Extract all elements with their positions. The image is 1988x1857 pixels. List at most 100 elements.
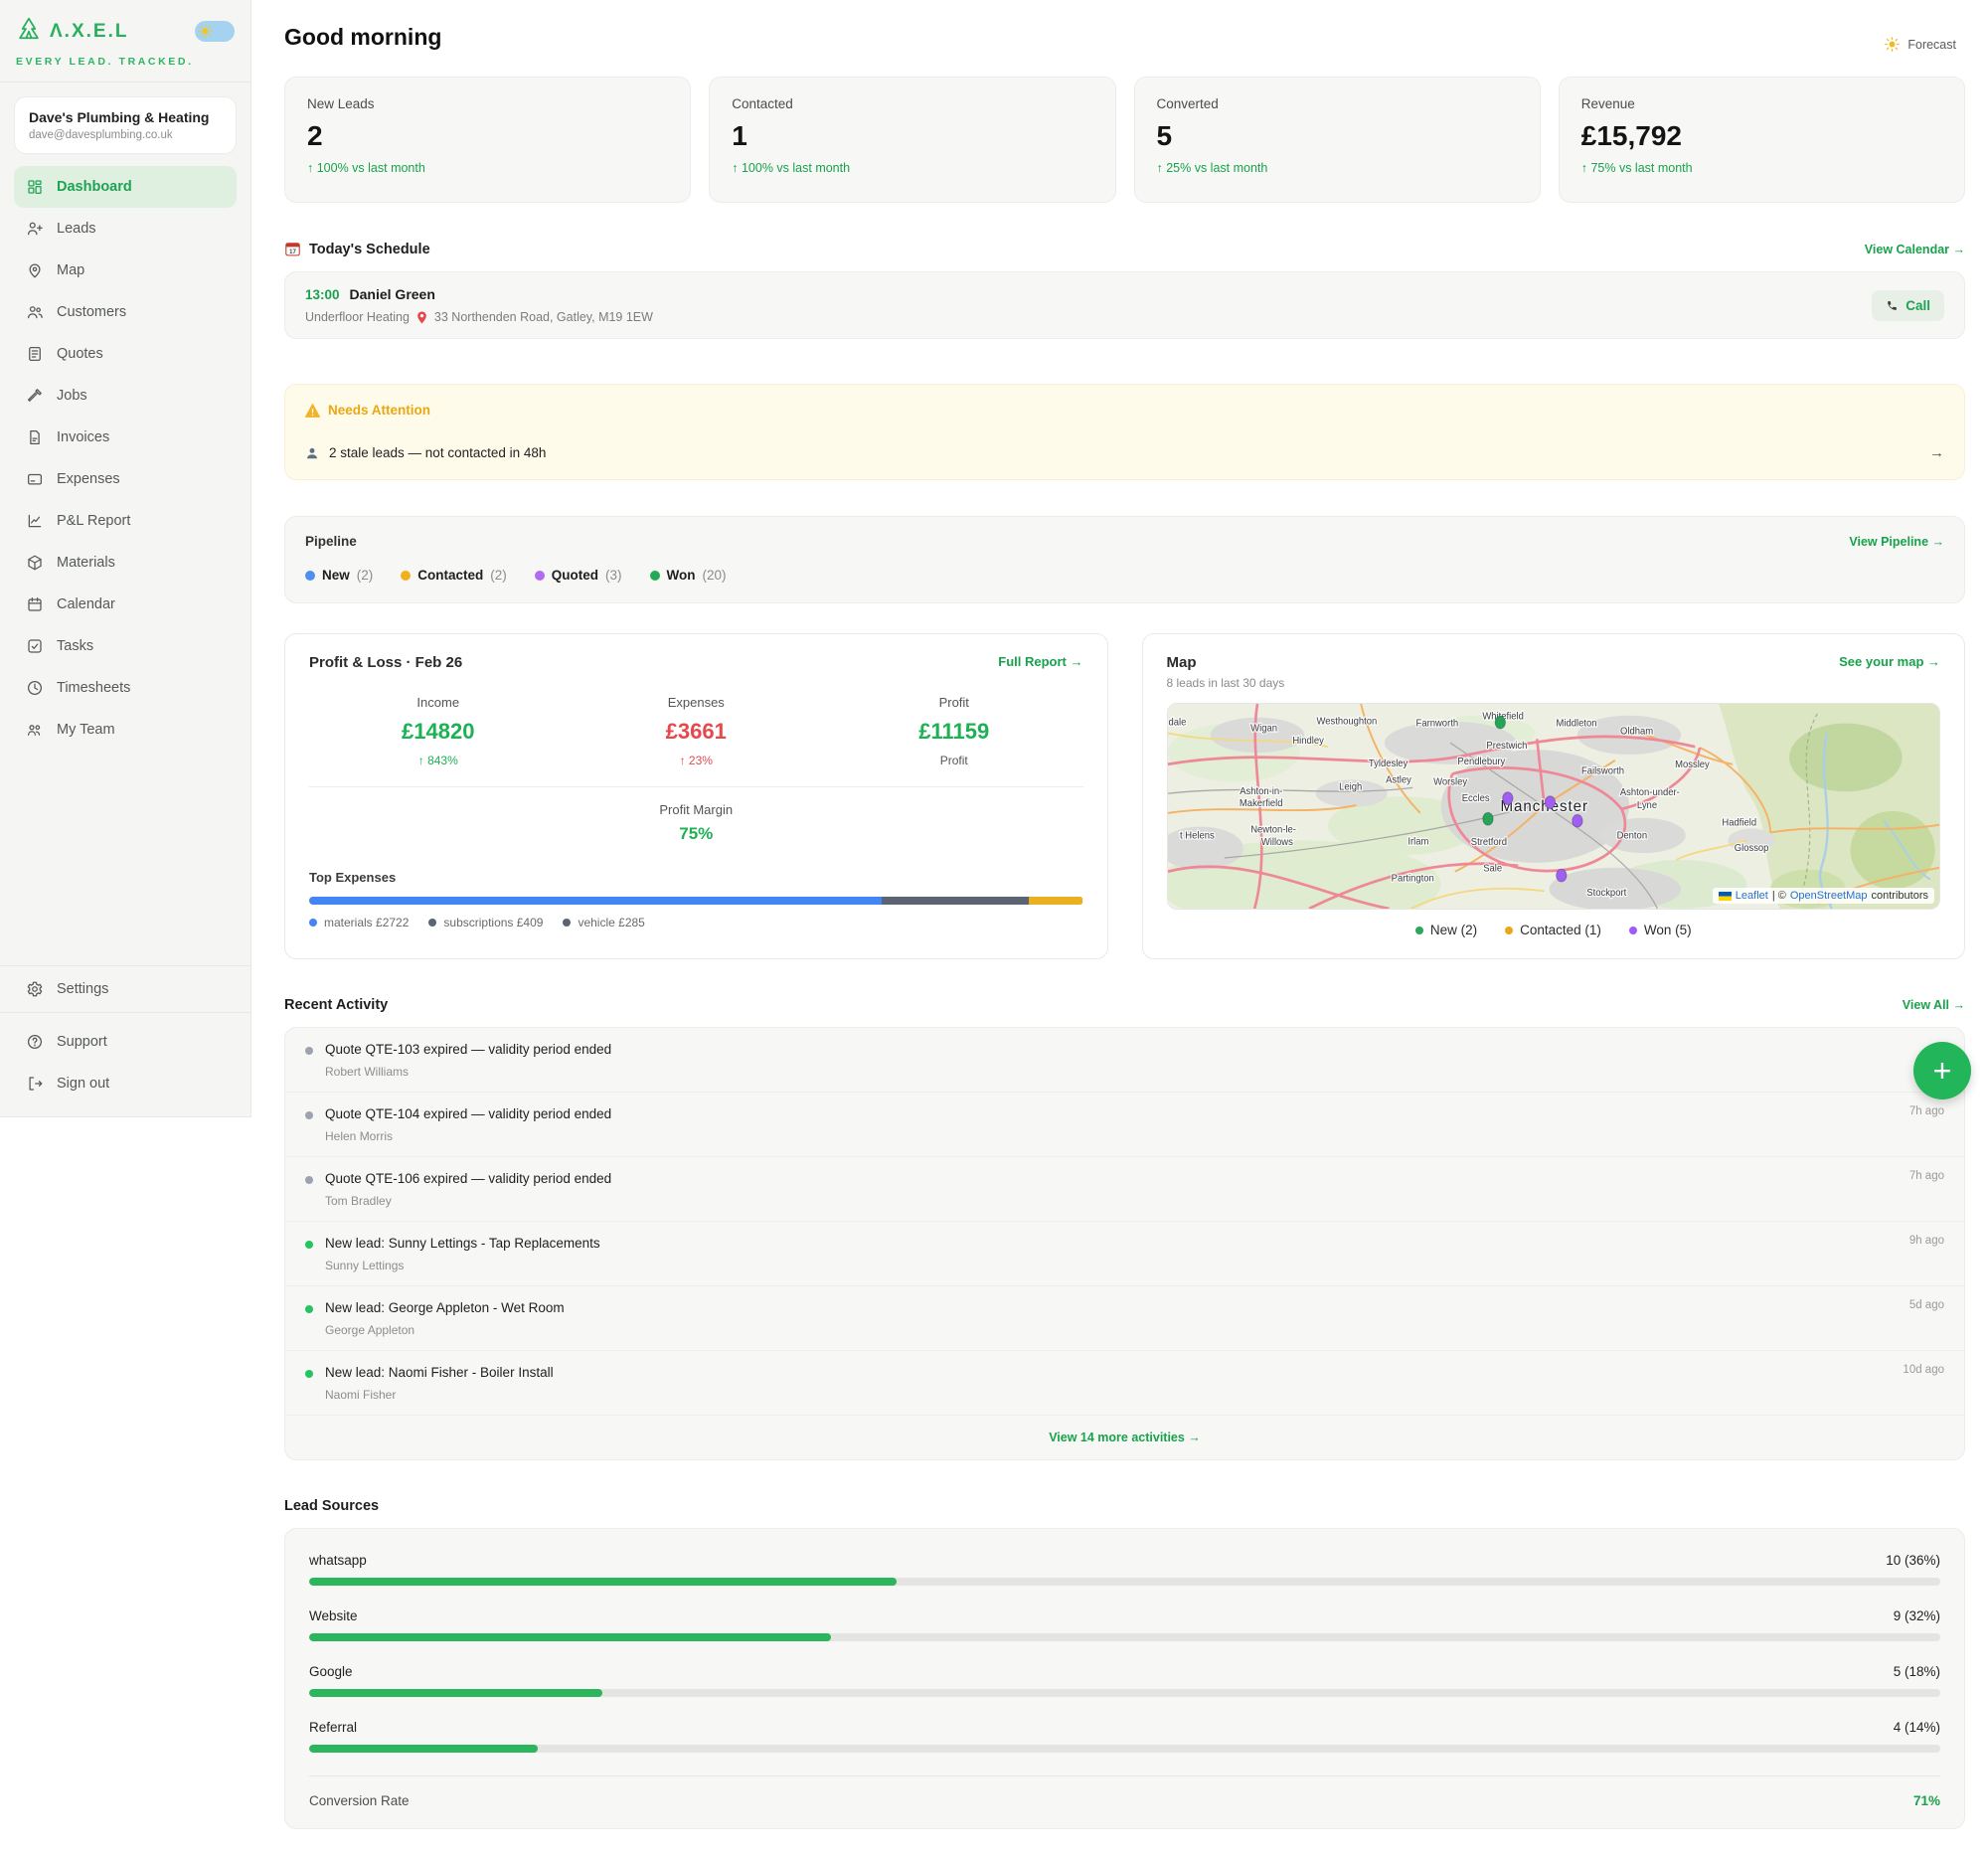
activity-row[interactable]: New lead: George Appleton - Wet Room Geo… — [285, 1286, 1964, 1351]
svg-text:17: 17 — [289, 250, 296, 255]
expense-segment-subscriptions — [882, 897, 1029, 905]
stat-delta: ↑ 100% vs last month — [732, 161, 1092, 175]
map-town-label: Astley — [1386, 774, 1411, 785]
stage-dot — [401, 571, 411, 581]
sidebar-item-jobs[interactable]: Jobs — [14, 375, 237, 417]
leaflet-link[interactable]: Leaflet — [1736, 890, 1768, 902]
map-panel: Map 8 leads in last 30 days See your map… — [1142, 633, 1966, 959]
user-email: dave@davesplumbing.co.uk — [29, 129, 222, 141]
view-calendar-link[interactable]: View Calendar → — [1865, 243, 1965, 256]
map-lead-marker[interactable] — [1482, 812, 1492, 825]
sign-out-icon — [26, 1075, 44, 1093]
map-lead-marker[interactable] — [1556, 869, 1566, 882]
call-label: Call — [1905, 298, 1930, 313]
map-lead-marker[interactable] — [1495, 716, 1505, 729]
stat-card-new-leads[interactable]: New Leads 2 ↑ 100% vs last month — [284, 77, 691, 203]
sidebar-item-customers[interactable]: Customers — [14, 291, 237, 333]
lead-source-row-referral: Referral 4 (14%) — [309, 1720, 1940, 1753]
map-canvas: daleWiganWesthoughtonFarnworthWhitefield… — [1168, 704, 1940, 909]
sidebar-item-tasks[interactable]: Tasks — [14, 625, 237, 667]
sidebar-item-map[interactable]: Map — [14, 250, 237, 291]
expense-legend-subscriptions: subscriptions £409 — [428, 916, 543, 929]
sidebar-item-quotes[interactable]: Quotes — [14, 333, 237, 375]
sidebar-item-dashboard[interactable]: Dashboard — [14, 166, 237, 208]
sidebar-item-my-team[interactable]: My Team — [14, 709, 237, 751]
sidebar-item-settings[interactable]: Settings — [14, 968, 237, 1010]
activity-dot — [305, 1176, 313, 1184]
lead-source-label: Referral — [309, 1720, 357, 1735]
stat-card-revenue[interactable]: Revenue £15,792 ↑ 75% vs last month — [1559, 77, 1965, 203]
stat-delta: ↑ 25% vs last month — [1157, 161, 1518, 175]
pnl-title: Profit & Loss · Feb 26 — [309, 654, 462, 671]
stale-leads-message: 2 stale leads — not contacted in 48h — [329, 445, 546, 460]
conversion-rate-label: Conversion Rate — [309, 1793, 410, 1808]
schedule-card[interactable]: 13:00 Daniel Green Underfloor Heating 33… — [284, 271, 1965, 339]
pipeline-stage-contacted: Contacted (2) — [401, 568, 507, 583]
sidebar-item-label: P&L Report — [57, 513, 130, 529]
pnl-panel: Profit & Loss · Feb 26 Full Report → Inc… — [284, 633, 1108, 959]
cube-icon — [26, 554, 44, 572]
map-town-label: Farnworth — [1415, 718, 1458, 729]
view-more-activities-link[interactable]: View 14 more activities → — [285, 1416, 1964, 1459]
sidebar-item-materials[interactable]: Materials — [14, 542, 237, 584]
lead-source-label: whatsapp — [309, 1553, 367, 1568]
stat-card-contacted[interactable]: Contacted 1 ↑ 100% vs last month — [709, 77, 1115, 203]
stat-label: New Leads — [307, 96, 668, 111]
gear-icon — [26, 980, 44, 998]
sidebar-item-pnl-report[interactable]: P&L Report — [14, 500, 237, 542]
map-lead-marker[interactable] — [1502, 792, 1512, 805]
map-title: Map — [1167, 654, 1285, 671]
person-plus-icon — [26, 220, 44, 238]
sidebar-item-sign-out[interactable]: Sign out — [14, 1063, 237, 1104]
stat-delta: ↑ 75% vs last month — [1581, 161, 1942, 175]
theme-toggle[interactable] — [195, 21, 235, 42]
openstreetmap-link[interactable]: OpenStreetMap — [1790, 890, 1868, 902]
check-square-icon — [26, 637, 44, 655]
sidebar-item-label: Settings — [57, 981, 108, 997]
activity-row[interactable]: New lead: Naomi Fisher - Boiler Install … — [285, 1351, 1964, 1416]
user-card[interactable]: Dave's Plumbing & Heating dave@davesplum… — [14, 96, 237, 154]
call-button[interactable]: Call — [1872, 290, 1944, 321]
profit-margin-value: 75% — [309, 824, 1083, 844]
full-report-link[interactable]: Full Report → — [998, 654, 1082, 669]
sidebar-item-expenses[interactable]: Expenses — [14, 458, 237, 500]
dashboard-grid-icon — [26, 178, 44, 196]
arrow-right-icon[interactable]: → — [1929, 444, 1944, 461]
tree-logo-icon — [16, 16, 42, 47]
sidebar-item-invoices[interactable]: Invoices — [14, 417, 237, 458]
map-legend-new: New (2) — [1415, 923, 1477, 937]
map-town-label: Middleton — [1556, 718, 1596, 729]
lead-sources-card: whatsapp 10 (36%) Website 9 (32%) Google… — [284, 1528, 1965, 1829]
forecast-button[interactable]: Forecast — [1884, 36, 1956, 53]
stage-dot — [305, 571, 315, 581]
map-lead-marker[interactable] — [1545, 796, 1555, 809]
logo-block: Λ.X.E.L EVERY LEAD. TRACKED. — [0, 0, 250, 83]
map-lead-marker[interactable] — [1572, 814, 1581, 827]
stat-label: Contacted — [732, 96, 1092, 111]
add-button[interactable]: + — [1913, 1042, 1971, 1099]
sidebar-item-calendar[interactable]: Calendar — [14, 584, 237, 625]
stat-value: £15,792 — [1581, 120, 1942, 152]
lead-source-row-whatsapp: whatsapp 10 (36%) — [309, 1553, 1940, 1586]
stat-label: Revenue — [1581, 96, 1942, 111]
sidebar-item-support[interactable]: Support — [14, 1021, 237, 1063]
stale-leads-row[interactable]: 2 stale leads — not contacted in 48h → — [305, 444, 1944, 461]
activity-row[interactable]: Quote QTE-106 expired — validity period … — [285, 1157, 1964, 1222]
conversion-rate-row: Conversion Rate 71% — [309, 1775, 1940, 1808]
see-your-map-link[interactable]: See your map → — [1839, 654, 1940, 669]
lead-source-value: 10 (36%) — [1886, 1553, 1940, 1568]
map-town-label: Tyldesley — [1368, 759, 1408, 769]
leaflet-map[interactable]: daleWiganWesthoughtonFarnworthWhitefield… — [1167, 703, 1941, 910]
activity-row[interactable]: Quote QTE-104 expired — validity period … — [285, 1093, 1964, 1157]
sidebar-item-timesheets[interactable]: Timesheets — [14, 667, 237, 709]
view-all-link[interactable]: View All → — [1903, 998, 1965, 1012]
activity-row[interactable]: Quote QTE-103 expired — validity period … — [285, 1028, 1964, 1093]
stat-card-converted[interactable]: Converted 5 ↑ 25% vs last month — [1134, 77, 1541, 203]
main-content: Good morning Forecast New Leads 2 ↑ 100%… — [251, 0, 1988, 1829]
sidebar-nav: Dashboard Leads Map Customers Quotes Job… — [0, 164, 250, 751]
sidebar-item-leads[interactable]: Leads — [14, 208, 237, 250]
stage-dot — [535, 571, 545, 581]
activity-row[interactable]: New lead: Sunny Lettings - Tap Replaceme… — [285, 1222, 1964, 1286]
appointment-address: 33 Northenden Road, Gatley, M19 1EW — [434, 310, 653, 324]
view-pipeline-link[interactable]: View Pipeline → — [1849, 535, 1944, 549]
